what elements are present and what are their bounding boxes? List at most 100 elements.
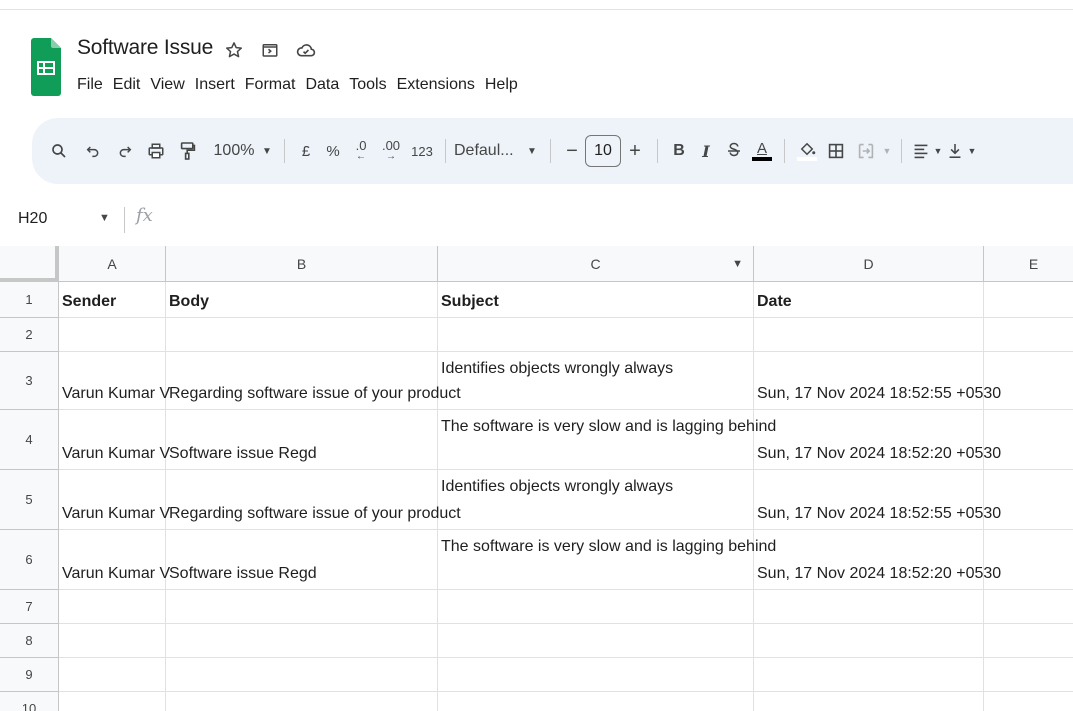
bold-button[interactable]: B bbox=[666, 135, 692, 167]
fill-color-icon[interactable] bbox=[793, 135, 821, 167]
menu-extensions[interactable]: Extensions bbox=[397, 76, 483, 94]
menu-data[interactable]: Data bbox=[305, 76, 347, 94]
text-color-button[interactable]: A bbox=[748, 135, 776, 167]
cell-e4[interactable] bbox=[984, 410, 1073, 470]
select-all-corner[interactable] bbox=[0, 246, 59, 282]
cell-e6[interactable] bbox=[984, 530, 1073, 590]
cell-a3[interactable]: Varun Kumar V bbox=[59, 352, 170, 410]
cell-a10[interactable] bbox=[59, 692, 166, 711]
star-icon[interactable] bbox=[222, 38, 246, 62]
strikethrough-icon[interactable] bbox=[720, 135, 748, 167]
increase-decimal-button[interactable]: .00 → bbox=[375, 135, 407, 167]
row-header-2[interactable]: 2 bbox=[0, 318, 59, 352]
column-header-d[interactable]: D bbox=[754, 246, 984, 282]
cell-b10[interactable] bbox=[166, 692, 438, 711]
row-header-9[interactable]: 9 bbox=[0, 658, 59, 692]
cell-c2[interactable] bbox=[438, 318, 754, 352]
cell-e10[interactable] bbox=[984, 692, 1073, 711]
format-percent-button[interactable]: % bbox=[319, 135, 347, 167]
name-box[interactable]: H20 bbox=[18, 210, 47, 228]
cell-c1[interactable]: Subject bbox=[438, 282, 754, 318]
cell-b8[interactable] bbox=[166, 624, 438, 658]
document-title[interactable]: Software Issue bbox=[77, 36, 213, 60]
column-header-a[interactable]: A bbox=[59, 246, 166, 282]
menu-view[interactable]: View bbox=[150, 76, 192, 94]
cell-b2[interactable] bbox=[166, 318, 438, 352]
cell-d10[interactable] bbox=[754, 692, 984, 711]
cell-b6[interactable]: Software issue Regd bbox=[166, 530, 438, 590]
cell-d9[interactable] bbox=[754, 658, 984, 692]
merge-cells-icon[interactable] bbox=[851, 135, 881, 167]
more-formats-button[interactable]: 123 bbox=[407, 135, 437, 167]
cell-d4[interactable]: Sun, 17 Nov 2024 18:52:20 +0530 bbox=[754, 410, 1001, 470]
cell-d7[interactable] bbox=[754, 590, 984, 624]
cell-d6[interactable]: Sun, 17 Nov 2024 18:52:20 +0530 bbox=[754, 530, 1001, 590]
cell-b7[interactable] bbox=[166, 590, 438, 624]
move-to-folder-icon[interactable] bbox=[258, 38, 282, 62]
font-dropdown-icon[interactable]: ▼ bbox=[522, 135, 542, 167]
decrease-decimal-button[interactable]: .0 ← bbox=[347, 135, 375, 167]
cell-d5[interactable]: Sun, 17 Nov 2024 18:52:55 +0530 bbox=[754, 470, 1001, 530]
cell-b5[interactable]: Regarding software issue of your product bbox=[166, 470, 461, 530]
merge-dropdown-icon[interactable]: ▼ bbox=[881, 135, 893, 167]
cell-a6[interactable]: Varun Kumar V bbox=[59, 530, 170, 590]
cell-c8[interactable] bbox=[438, 624, 754, 658]
menu-edit[interactable]: Edit bbox=[113, 76, 149, 94]
column-menu-dropdown-icon[interactable]: ▼ bbox=[732, 258, 743, 270]
row-header-7[interactable]: 7 bbox=[0, 590, 59, 624]
sheets-logo-icon[interactable] bbox=[31, 38, 61, 96]
row-header-6[interactable]: 6 bbox=[0, 530, 59, 590]
cell-a2[interactable] bbox=[59, 318, 166, 352]
cell-c3[interactable]: Identifies objects wrongly always bbox=[438, 352, 754, 410]
cell-d1[interactable]: Date bbox=[754, 282, 984, 318]
column-header-c[interactable]: C ▼ bbox=[438, 246, 754, 282]
menu-file[interactable]: File bbox=[77, 76, 111, 94]
cell-e8[interactable] bbox=[984, 624, 1073, 658]
format-currency-button[interactable]: £ bbox=[293, 135, 319, 167]
search-menus-icon[interactable] bbox=[46, 135, 72, 167]
cell-b1[interactable]: Body bbox=[166, 282, 438, 318]
align-dropdown-icon[interactable]: ▼ bbox=[932, 135, 944, 167]
cell-d8[interactable] bbox=[754, 624, 984, 658]
cell-e1[interactable] bbox=[984, 282, 1073, 318]
menu-format[interactable]: Format bbox=[245, 76, 304, 94]
font-select[interactable]: Defaul... bbox=[454, 135, 522, 167]
row-header-3[interactable]: 3 bbox=[0, 352, 59, 410]
column-header-e[interactable]: E bbox=[984, 246, 1073, 282]
cell-e9[interactable] bbox=[984, 658, 1073, 692]
cell-e7[interactable] bbox=[984, 590, 1073, 624]
cell-c5[interactable]: Identifies objects wrongly always bbox=[438, 470, 754, 530]
undo-icon[interactable] bbox=[76, 135, 110, 167]
cell-c10[interactable] bbox=[438, 692, 754, 711]
menu-tools[interactable]: Tools bbox=[349, 76, 394, 94]
cloud-status-icon[interactable] bbox=[294, 38, 318, 62]
cell-e2[interactable] bbox=[984, 318, 1073, 352]
cell-a1[interactable]: Sender bbox=[59, 282, 166, 318]
cell-e5[interactable] bbox=[984, 470, 1073, 530]
name-box-dropdown-icon[interactable]: ▼ bbox=[99, 212, 110, 224]
cell-a7[interactable] bbox=[59, 590, 166, 624]
cell-b3[interactable]: Regarding software issue of your product bbox=[166, 352, 461, 410]
menu-insert[interactable]: Insert bbox=[195, 76, 243, 94]
italic-button[interactable]: I bbox=[692, 135, 720, 167]
column-header-b[interactable]: B bbox=[166, 246, 438, 282]
cell-d2[interactable] bbox=[754, 318, 984, 352]
row-header-4[interactable]: 4 bbox=[0, 410, 59, 470]
cell-c9[interactable] bbox=[438, 658, 754, 692]
cell-b4[interactable]: Software issue Regd bbox=[166, 410, 438, 470]
cell-c6[interactable]: The software is very slow and is lagging… bbox=[438, 530, 776, 590]
zoom-dropdown-icon[interactable]: ▼ bbox=[258, 135, 276, 167]
row-header-8[interactable]: 8 bbox=[0, 624, 59, 658]
cell-a5[interactable]: Varun Kumar V bbox=[59, 470, 170, 530]
cell-c4[interactable]: The software is very slow and is lagging… bbox=[438, 410, 776, 470]
row-header-5[interactable]: 5 bbox=[0, 470, 59, 530]
cell-a4[interactable]: Varun Kumar V bbox=[59, 410, 170, 470]
cell-d3[interactable]: Sun, 17 Nov 2024 18:52:55 +0530 bbox=[754, 352, 1001, 410]
cell-b9[interactable] bbox=[166, 658, 438, 692]
row-header-10[interactable]: 10 bbox=[0, 692, 59, 711]
decrease-font-size-button[interactable]: − bbox=[559, 135, 585, 167]
zoom-select[interactable]: 100% bbox=[210, 135, 258, 167]
cell-a9[interactable] bbox=[59, 658, 166, 692]
cell-e3[interactable] bbox=[984, 352, 1073, 410]
valign-dropdown-icon[interactable]: ▼ bbox=[966, 135, 978, 167]
